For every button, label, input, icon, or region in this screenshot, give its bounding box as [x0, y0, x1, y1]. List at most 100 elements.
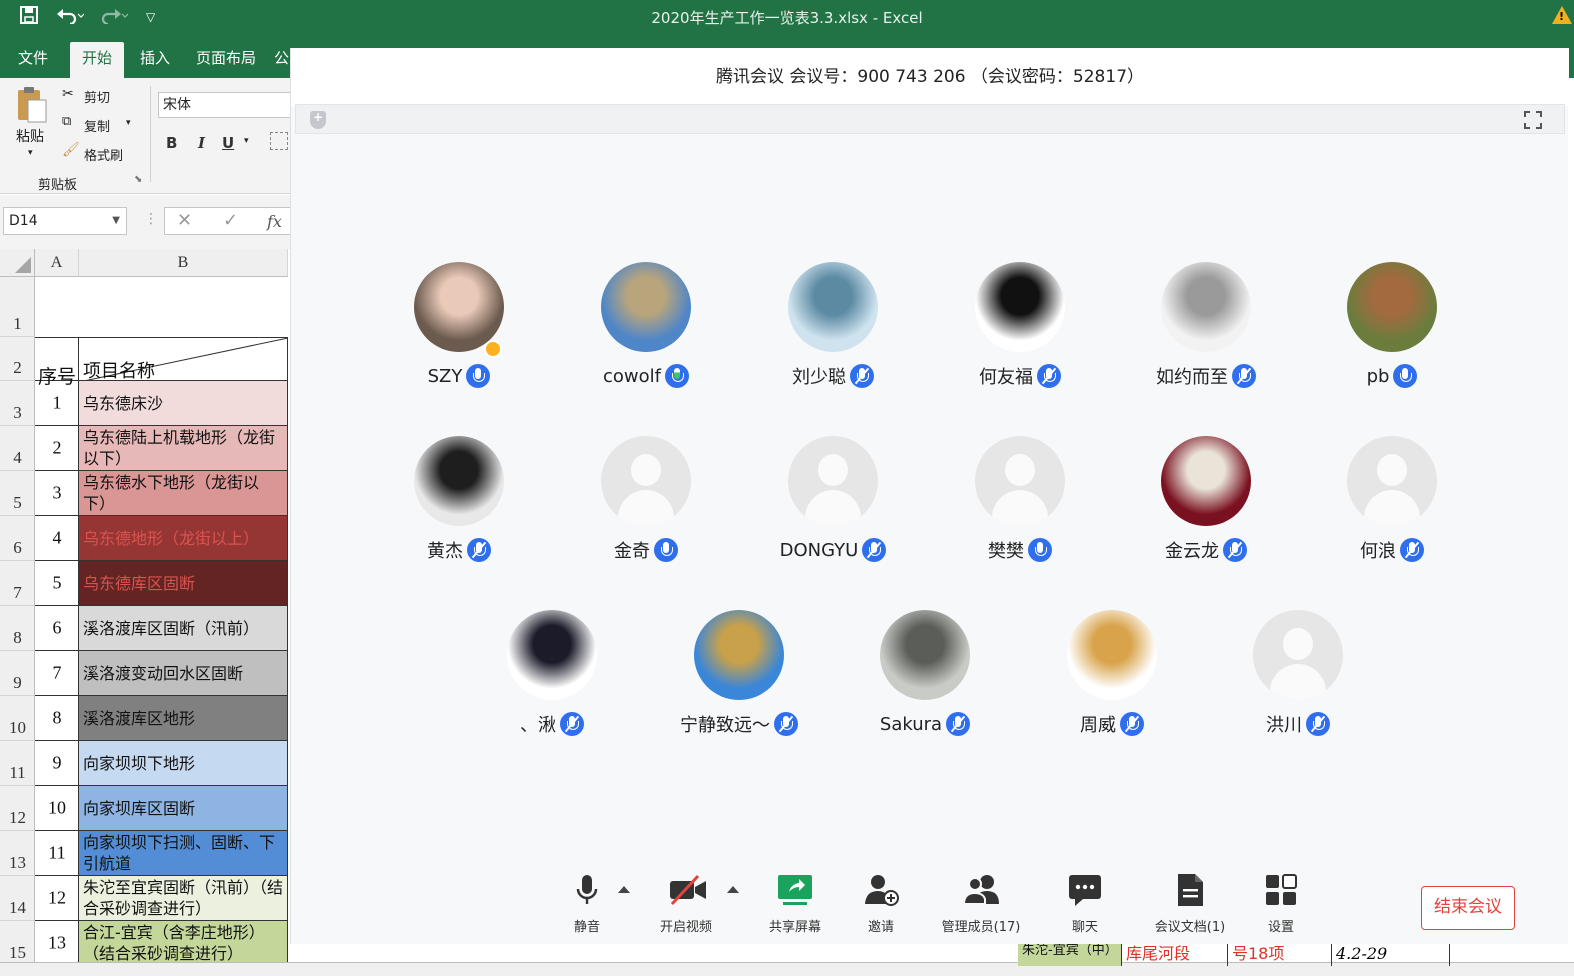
row-header[interactable]: 9 [0, 651, 35, 696]
row-header[interactable]: 6 [0, 516, 35, 561]
participant-tile[interactable]: cowolf [553, 262, 739, 392]
seq-cell[interactable]: 3 [35, 471, 79, 516]
copy-icon[interactable]: ⧉ [62, 114, 71, 129]
row-header[interactable]: 11 [0, 741, 35, 786]
format-painter-button[interactable]: 格式刷 [84, 145, 123, 164]
participant-tile[interactable]: 、湫 [459, 610, 645, 740]
participant-tile[interactable]: 何友福 [927, 262, 1113, 392]
project-name-cell[interactable]: 乌东德库区固断 [79, 561, 288, 606]
underline-button[interactable]: U [222, 134, 234, 152]
bottom-cell-2[interactable]: 库尾河段 [1122, 944, 1228, 966]
bottom-cell-3[interactable]: 号18项 [1228, 944, 1332, 966]
end-meeting-button[interactable]: 结束会议 [1421, 886, 1515, 930]
bottom-cell-4[interactable]: 4.2-29 [1332, 944, 1450, 966]
share-screen-button[interactable]: 共享屏幕 [763, 872, 827, 938]
tab-page-layout[interactable]: 页面布局 [184, 42, 268, 78]
project-name-cell[interactable]: 乌东德床沙 [79, 381, 288, 426]
security-shield-icon[interactable] [310, 110, 326, 129]
project-name-cell[interactable]: 乌东德水下地形（龙街以下） [79, 471, 288, 516]
row-header[interactable]: 13 [0, 831, 35, 876]
participant-tile[interactable]: 金云龙 [1113, 436, 1299, 566]
project-name-cell[interactable]: 溪洛渡库区固断（汛前） [79, 606, 288, 651]
mute-button[interactable]: 静音 [557, 872, 617, 938]
participant-tile[interactable]: SZY [366, 262, 552, 392]
seq-cell[interactable]: 8 [35, 696, 79, 741]
participant-tile[interactable]: pb [1299, 262, 1485, 392]
font-name-box[interactable]: 宋体 [158, 92, 292, 118]
project-name-cell[interactable]: 乌东德陆上机载地形（龙街以下） [79, 426, 288, 471]
cut-button[interactable]: 剪切 [84, 87, 110, 106]
enter-icon[interactable]: ✓ [223, 210, 238, 231]
border-icon[interactable] [270, 132, 288, 150]
seq-cell[interactable]: 10 [35, 786, 79, 831]
paste-button[interactable]: 粘贴 [16, 126, 44, 146]
row-header[interactable]: 12 [0, 786, 35, 831]
seq-cell[interactable]: 12 [35, 876, 79, 921]
tab-home[interactable]: 开始 [70, 42, 125, 78]
project-name-cell[interactable]: 向家坝库区固断 [79, 786, 288, 831]
project-name-cell[interactable]: 向家坝坝下扫测、固断、下引航道 [79, 831, 288, 876]
participant-tile[interactable]: 刘少聪 [740, 262, 926, 392]
project-name-cell[interactable]: 溪洛渡库区地形 [79, 696, 288, 741]
tab-formulas[interactable]: 公 [272, 42, 291, 78]
participant-tile[interactable]: 洪川 [1205, 610, 1391, 740]
seq-cell[interactable]: 9 [35, 741, 79, 786]
row-header[interactable]: 3 [0, 381, 35, 426]
participant-tile[interactable]: DONGYU [740, 436, 926, 566]
chat-button[interactable]: 聊天 [1057, 872, 1113, 938]
format-painter-icon[interactable]: 🖌 [62, 142, 80, 158]
paste-icon[interactable] [16, 86, 47, 123]
row-header[interactable]: 10 [0, 696, 35, 741]
column-header-a[interactable]: A [35, 249, 79, 277]
row-header[interactable]: 7 [0, 561, 35, 606]
copy-button[interactable]: 复制 [84, 116, 110, 135]
participant-tile[interactable]: 樊樊 [927, 436, 1113, 566]
participant-tile[interactable]: 何浪 [1299, 436, 1485, 566]
row-header[interactable]: 4 [0, 426, 35, 471]
underline-dropdown-icon[interactable]: ▾ [244, 136, 249, 146]
fullscreen-icon[interactable] [1524, 111, 1542, 129]
seq-cell[interactable]: 7 [35, 651, 79, 696]
settings-button[interactable]: 设置 [1253, 872, 1309, 938]
select-all-corner[interactable] [0, 249, 35, 277]
italic-button[interactable]: I [198, 134, 205, 152]
participant-tile[interactable]: 周威 [1019, 610, 1205, 740]
bottom-cell-1[interactable]: 朱沱-宜宾（中） [1018, 944, 1122, 966]
participant-tile[interactable]: 如约而至 [1113, 262, 1299, 392]
row-header[interactable]: 1 [0, 277, 35, 337]
start-video-button[interactable]: 开启视频 [653, 872, 719, 938]
participant-tile[interactable]: 黄杰 [366, 436, 552, 566]
row-header[interactable]: 8 [0, 606, 35, 651]
column-header-b[interactable]: B [79, 249, 288, 277]
row-header[interactable]: 15 [0, 921, 35, 966]
project-name-cell[interactable]: 合江-宜宾（含李庄地形）（结合采砂调查进行） [79, 921, 288, 966]
copy-dropdown-icon[interactable]: ▾ [126, 118, 131, 128]
seq-cell[interactable]: 13 [35, 921, 79, 966]
seq-cell[interactable]: 4 [35, 516, 79, 561]
cut-icon[interactable]: ✂ [62, 86, 74, 102]
seq-cell[interactable]: 序号 [35, 337, 79, 388]
seq-cell[interactable]: 2 [35, 426, 79, 471]
seq-cell[interactable]: 5 [35, 561, 79, 606]
project-name-cell[interactable]: 项目名称 [79, 337, 288, 381]
project-name-cell[interactable]: 溪洛渡变动回水区固断 [79, 651, 288, 696]
tab-insert[interactable]: 插入 [128, 42, 182, 78]
seq-cell[interactable]: 1 [35, 381, 79, 426]
insert-function-button[interactable]: fx [267, 212, 282, 231]
name-box[interactable]: D14 ▼ [3, 207, 127, 235]
row-header[interactable]: 14 [0, 876, 35, 921]
bold-button[interactable]: B [166, 134, 177, 152]
participant-tile[interactable]: 宁静致远～ [646, 610, 832, 740]
seq-cell[interactable]: 6 [35, 606, 79, 651]
project-name-cell[interactable]: 朱沱至宜宾固断（汛前）（结合采砂调查进行） [79, 876, 288, 921]
row-header[interactable]: 2 [0, 337, 35, 381]
chevron-down-icon[interactable]: ▼ [112, 208, 120, 234]
project-name-cell[interactable]: 向家坝坝下地形 [79, 741, 288, 786]
formula-input[interactable]: ✕ ✓ fx [164, 207, 294, 235]
warning-icon[interactable]: ! [1552, 6, 1572, 24]
clipboard-launcher-icon[interactable]: ⬊ [134, 174, 142, 185]
tab-file[interactable]: 文件 [6, 42, 60, 78]
row-header[interactable]: 5 [0, 471, 35, 516]
participant-tile[interactable]: Sakura [832, 610, 1018, 740]
paste-dropdown-icon[interactable]: ▾ [28, 148, 33, 158]
